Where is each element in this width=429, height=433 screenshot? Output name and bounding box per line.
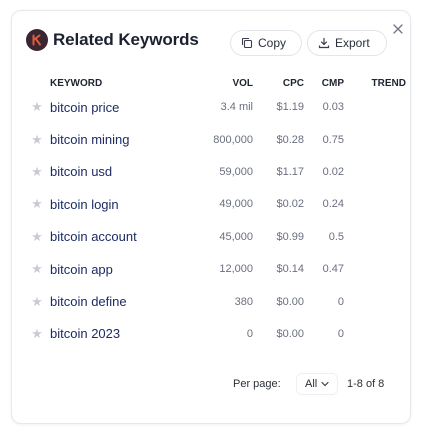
star-icon[interactable]: ★ [31, 326, 43, 341]
vol-cell: 49,000 [219, 198, 253, 211]
vol-cell: 800,000 [213, 133, 253, 146]
keyword-cell[interactable]: bitcoin login [50, 188, 193, 220]
keywords-table: KEYWORD VOL CPC CMP TREND ★ bitcoin pric… [24, 75, 406, 350]
column-header-cpc[interactable]: CPC [253, 75, 304, 91]
vol-cell: 59,000 [219, 165, 253, 178]
per-page-select[interactable]: All [296, 373, 338, 395]
cmp-cell: 0.5 [328, 230, 344, 243]
trend-cell [344, 188, 406, 220]
star-icon[interactable]: ★ [31, 164, 43, 179]
star-icon[interactable]: ★ [31, 294, 43, 309]
star-column-header [24, 75, 50, 91]
star-icon[interactable]: ★ [31, 99, 43, 114]
cmp-cell: 0.47 [322, 263, 344, 276]
table-row: ★ bitcoin define 380 $0.00 0 [24, 285, 406, 317]
table-row: ★ bitcoin usd 59,000 $1.17 0.02 [24, 156, 406, 188]
per-page-value: All [305, 378, 318, 390]
copy-icon [241, 37, 253, 49]
vol-cell: 380 [234, 295, 253, 308]
trend-cell [344, 123, 406, 155]
star-icon[interactable]: ★ [31, 196, 43, 211]
cmp-cell: 0.75 [322, 133, 344, 146]
keyword-cell[interactable]: bitcoin 2023 [50, 318, 193, 350]
keyword-cell[interactable]: bitcoin usd [50, 156, 193, 188]
keyword-cell[interactable]: bitcoin define [50, 285, 193, 317]
keyword-cell[interactable]: bitcoin price [50, 91, 193, 123]
keyword-cell[interactable]: bitcoin mining [50, 123, 193, 155]
column-header-vol[interactable]: VOL [193, 75, 253, 91]
vol-cell: 3.4 mil [220, 101, 253, 114]
cpc-cell: $0.99 [276, 230, 304, 243]
star-icon[interactable]: ★ [31, 132, 43, 147]
column-header-cmp[interactable]: CMP [304, 75, 344, 91]
trend-cell [344, 318, 406, 350]
column-header-trend: TREND [371, 77, 406, 89]
close-icon [393, 24, 403, 34]
trend-cell [344, 253, 406, 285]
download-icon [318, 37, 330, 49]
pagination-range: 1-8 of 8 [347, 378, 385, 390]
copy-button[interactable]: Copy [230, 30, 302, 56]
keyword-cell[interactable]: bitcoin app [50, 253, 193, 285]
vol-cell: 45,000 [219, 230, 253, 243]
star-icon[interactable]: ★ [31, 229, 43, 244]
table-row: ★ bitcoin login 49,000 $0.02 0.24 [24, 188, 406, 220]
star-icon[interactable]: ★ [31, 261, 43, 276]
table-row: ★ bitcoin account 45,000 $0.99 0.5 [24, 221, 406, 253]
cpc-cell: $1.17 [276, 165, 304, 178]
per-page-label: Per page: [233, 378, 281, 390]
table-row: ★ bitcoin app 12,000 $0.14 0.47 [24, 253, 406, 285]
cmp-cell: 0.02 [322, 165, 344, 178]
trend-cell [344, 91, 406, 123]
table-row: ★ bitcoin 2023 0 $0.00 0 [24, 318, 406, 350]
pagination-footer: Per page: All 1-8 of 8 [12, 373, 410, 395]
table-header-row: KEYWORD VOL CPC CMP TREND [24, 75, 406, 91]
cmp-cell: 0 [337, 295, 344, 308]
close-button[interactable] [391, 22, 405, 36]
vol-cell: 12,000 [219, 263, 253, 276]
column-header-keyword[interactable]: KEYWORD [50, 75, 193, 91]
copy-button-label: Copy [258, 36, 287, 50]
cmp-cell: 0.24 [322, 198, 344, 211]
export-button-label: Export [335, 36, 370, 50]
panel-title: Related Keywords [53, 30, 199, 49]
cpc-cell: $0.00 [276, 295, 304, 308]
vol-cell: 0 [246, 327, 253, 340]
table-row: ★ bitcoin mining 800,000 $0.28 0.75 [24, 123, 406, 155]
cmp-cell: 0 [337, 327, 344, 340]
cpc-cell: $1.19 [276, 101, 304, 114]
trend-cell [344, 285, 406, 317]
keyword-cell[interactable]: bitcoin account [50, 221, 193, 253]
table-row: ★ bitcoin price 3.4 mil $1.19 0.03 [24, 91, 406, 123]
keywords-everywhere-logo [26, 29, 48, 51]
cpc-cell: $0.02 [276, 198, 304, 211]
export-button[interactable]: Export [307, 30, 387, 56]
chevron-down-icon [321, 381, 329, 387]
related-keywords-panel: Related Keywords Copy Export KEYWORD VOL… [11, 10, 411, 424]
trend-cell [344, 156, 406, 188]
trend-cell [344, 221, 406, 253]
cpc-cell: $0.14 [276, 263, 304, 276]
cpc-cell: $0.00 [276, 327, 304, 340]
cpc-cell: $0.28 [276, 133, 304, 146]
cmp-cell: 0.03 [322, 101, 344, 114]
